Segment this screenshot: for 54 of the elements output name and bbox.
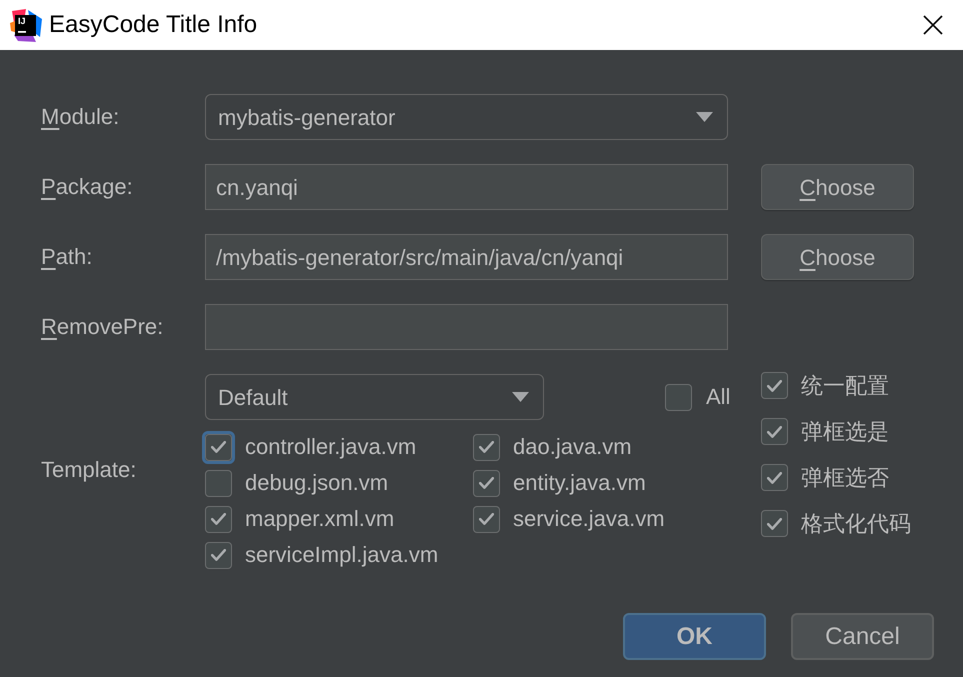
checkbox[interactable] <box>205 470 232 496</box>
checkbox[interactable] <box>473 506 500 532</box>
check-icon <box>479 477 494 489</box>
check-icon <box>211 549 226 561</box>
checkbox[interactable] <box>205 506 232 532</box>
text-field[interactable]: cn.yanqi <box>205 164 728 210</box>
field-label: RemovePre: <box>41 313 164 341</box>
logo-icon <box>10 8 42 42</box>
check-icon <box>211 441 226 453</box>
template-dropdown[interactable]: Default <box>205 374 544 420</box>
checkbox-label: 弹框选否 <box>801 464 889 492</box>
caret-icon <box>512 392 529 402</box>
check-icon <box>211 513 226 525</box>
cancel-button[interactable]: Cancel <box>791 613 934 660</box>
check-icon <box>767 518 782 530</box>
ok-button[interactable]: OK <box>623 613 766 660</box>
close-button[interactable] <box>922 14 944 36</box>
choose-button[interactable]: Choose <box>761 164 914 210</box>
checkbox[interactable] <box>761 464 788 491</box>
text-field[interactable] <box>205 304 728 350</box>
text-field[interactable]: /mybatis-generator/src/main/java/cn/yanqi <box>205 234 728 280</box>
checkbox[interactable] <box>473 470 500 496</box>
checkbox[interactable] <box>665 384 692 410</box>
checkbox-label: controller.java.vm <box>245 433 416 461</box>
checkbox-label: dao.java.vm <box>513 433 632 461</box>
caret-icon <box>696 112 713 122</box>
checkbox-label: entity.java.vm <box>513 469 646 497</box>
close-icon <box>923 15 943 35</box>
module-dropdown[interactable]: mybatis-generator <box>205 94 728 140</box>
check-icon <box>767 426 782 438</box>
checkbox[interactable] <box>761 372 788 399</box>
checkbox-label: 格式化代码 <box>801 510 911 538</box>
checkbox-label: All <box>706 383 730 411</box>
window-title: EasyCode Title Info <box>49 11 258 39</box>
checkbox[interactable] <box>761 418 788 445</box>
checkbox-label: service.java.vm <box>513 505 665 533</box>
check-icon <box>479 513 494 525</box>
checkbox[interactable] <box>205 542 232 568</box>
checkbox-label: serviceImpl.java.vm <box>245 541 438 569</box>
check-icon <box>479 441 494 453</box>
check-icon <box>767 472 782 484</box>
field-label: Module: <box>41 103 120 131</box>
checkbox-label: 统一配置 <box>801 372 889 400</box>
logo-text: IJ <box>18 14 26 26</box>
checkbox-label: 弹框选是 <box>801 418 889 446</box>
checkbox[interactable] <box>473 434 500 460</box>
checkbox[interactable] <box>761 510 788 537</box>
checkbox-label: debug.json.vm <box>245 469 388 497</box>
choose-button[interactable]: Choose <box>761 234 914 280</box>
check-icon <box>767 380 782 392</box>
field-label: Path: <box>41 243 94 271</box>
field-label: Package: <box>41 173 134 201</box>
field-label: Template: <box>41 456 138 484</box>
checkbox-label: mapper.xml.vm <box>245 505 394 533</box>
